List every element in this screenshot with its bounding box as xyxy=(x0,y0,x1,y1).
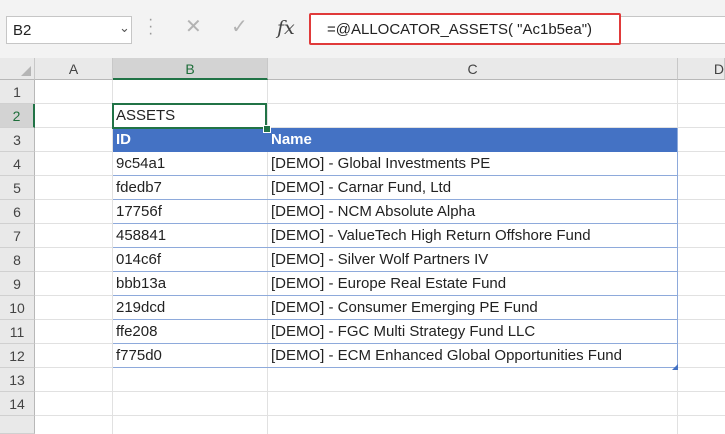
row-header-10[interactable]: 10 xyxy=(0,296,35,320)
formula-text: =@ALLOCATOR_ASSETS( "Ac1b5ea") xyxy=(327,21,593,38)
chevron-down-icon[interactable]: ⌄ xyxy=(119,20,130,36)
table-header-name[interactable]: Name xyxy=(268,128,678,152)
table-row-id[interactable]: fdedb7 xyxy=(113,176,267,200)
formula-bar-area: B2 ⌄ · · · ✕ ✓ fx =@ALLOCATOR_ASSETS( "Ac1… xyxy=(0,0,725,58)
formula-input[interactable]: =@ALLOCATOR_ASSETS( "Ac1b5ea") xyxy=(309,13,621,45)
table-row-id[interactable]: ffe208 xyxy=(113,320,267,344)
column-header-b[interactable]: B xyxy=(113,58,268,80)
table-row-name[interactable]: [DEMO] - Europe Real Estate Fund xyxy=(268,272,678,296)
table-row-name[interactable]: [DEMO] - ValueTech High Return Offshore … xyxy=(268,224,678,248)
active-cell-border xyxy=(112,103,267,129)
row-header-7[interactable]: 7 xyxy=(0,224,35,248)
table-row-id[interactable]: 458841 xyxy=(113,224,267,248)
row-header-14[interactable]: 14 xyxy=(0,392,35,416)
row-header-13[interactable]: 13 xyxy=(0,368,35,392)
table-row-id[interactable]: 9c54a1 xyxy=(113,152,267,176)
insert-function-icon[interactable]: fx xyxy=(277,17,295,39)
table-row-name[interactable]: [DEMO] - FGC Multi Strategy Fund LLC xyxy=(268,320,678,344)
fill-handle[interactable] xyxy=(263,125,271,133)
table-row-id[interactable]: f775d0 xyxy=(113,344,267,368)
row-header-2[interactable]: 2 xyxy=(0,104,35,128)
table-resize-handle[interactable] xyxy=(672,364,678,370)
row-header-11[interactable]: 11 xyxy=(0,320,35,344)
row-header-4[interactable]: 4 xyxy=(0,152,35,176)
formula-input-extension[interactable] xyxy=(621,16,725,44)
row-header-3[interactable]: 3 xyxy=(0,128,35,152)
table-row-id[interactable]: 17756f xyxy=(113,200,267,224)
table-row-name[interactable]: [DEMO] - Carnar Fund, Ltd xyxy=(268,176,678,200)
table-header-id[interactable]: ID xyxy=(113,128,267,152)
cell-grid[interactable]: ASSETS ID Name 9c54a1 [DEMO] - Global In… xyxy=(35,80,725,434)
row-header-8[interactable]: 8 xyxy=(0,248,35,272)
select-all-icon xyxy=(21,66,31,76)
name-box[interactable]: B2 ⌄ xyxy=(6,16,132,44)
table-row-id[interactable]: bbb13a xyxy=(113,272,267,296)
row-header-1[interactable]: 1 xyxy=(0,80,35,104)
table-row-name[interactable]: [DEMO] - NCM Absolute Alpha xyxy=(268,200,678,224)
cancel-icon[interactable]: ✕ xyxy=(185,14,202,39)
table-row-name[interactable]: [DEMO] - Consumer Emerging PE Fund xyxy=(268,296,678,320)
enter-icon[interactable]: ✓ xyxy=(231,14,248,39)
row-header-5[interactable]: 5 xyxy=(0,176,35,200)
row-header-15-partial[interactable] xyxy=(0,416,35,434)
column-header-a[interactable]: A xyxy=(35,58,113,80)
column-header-d[interactable]: D xyxy=(678,58,725,80)
table-row-id[interactable]: 014c6f xyxy=(113,248,267,272)
select-all-button[interactable] xyxy=(0,58,35,80)
more-options-icon[interactable]: · · · xyxy=(148,12,154,42)
table-row-id[interactable]: 219dcd xyxy=(113,296,267,320)
table-row-name[interactable]: [DEMO] - ECM Enhanced Global Opportuniti… xyxy=(268,344,678,368)
row-header-6[interactable]: 6 xyxy=(0,200,35,224)
name-box-value: B2 xyxy=(13,22,32,39)
row-header-9[interactable]: 9 xyxy=(0,272,35,296)
row-header-12[interactable]: 12 xyxy=(0,344,35,368)
table-row-name[interactable]: [DEMO] - Silver Wolf Partners IV xyxy=(268,248,678,272)
column-header-c[interactable]: C xyxy=(268,58,678,80)
table-row-name[interactable]: [DEMO] - Global Investments PE xyxy=(268,152,678,176)
